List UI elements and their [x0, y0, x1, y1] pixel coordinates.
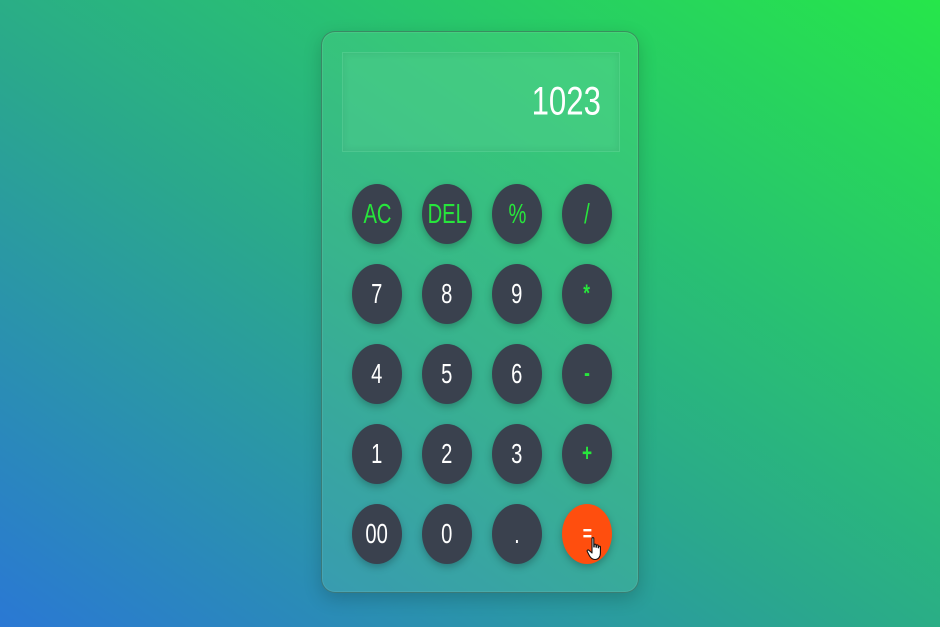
key-label: 3 — [511, 438, 523, 469]
delete-button[interactable]: DEL — [422, 184, 472, 244]
clear-button[interactable]: AC — [352, 184, 402, 244]
key-label: 6 — [511, 358, 523, 389]
key-label: AC — [362, 198, 392, 229]
key-label: . — [514, 518, 520, 549]
key-label: % — [508, 198, 526, 229]
digit-3-button[interactable]: 3 — [492, 424, 542, 484]
decimal-button[interactable]: . — [492, 504, 542, 564]
display-value: 1023 — [531, 79, 601, 124]
calculator: 1023 AC DEL % / 7 8 9 * 4 5 6 - 1 2 3 + … — [321, 31, 639, 593]
digit-6-button[interactable]: 6 — [492, 344, 542, 404]
divide-button[interactable]: / — [562, 184, 612, 244]
digit-4-button[interactable]: 4 — [352, 344, 402, 404]
add-button[interactable]: + — [562, 424, 612, 484]
key-label: - — [584, 360, 590, 387]
digit-9-button[interactable]: 9 — [492, 264, 542, 324]
key-label: 1 — [371, 438, 383, 469]
key-label: 0 — [441, 518, 453, 549]
digit-7-button[interactable]: 7 — [352, 264, 402, 324]
digit-5-button[interactable]: 5 — [422, 344, 472, 404]
key-label: 00 — [365, 518, 389, 549]
double-zero-button[interactable]: 00 — [352, 504, 402, 564]
percent-button[interactable]: % — [492, 184, 542, 244]
digit-8-button[interactable]: 8 — [422, 264, 472, 324]
equals-button[interactable]: = — [562, 504, 612, 564]
key-label: * — [583, 280, 591, 307]
key-label: 8 — [441, 278, 453, 309]
key-label: + — [581, 440, 593, 467]
key-label: / — [584, 198, 590, 229]
digit-2-button[interactable]: 2 — [422, 424, 472, 484]
key-label: 7 — [371, 278, 383, 309]
key-label: 2 — [441, 438, 453, 469]
key-label: 5 — [441, 358, 453, 389]
subtract-button[interactable]: - — [562, 344, 612, 404]
key-label: 4 — [371, 358, 383, 389]
digit-0-button[interactable]: 0 — [422, 504, 472, 564]
keypad: AC DEL % / 7 8 9 * 4 5 6 - 1 2 3 + 00 0 … — [352, 184, 612, 564]
display: 1023 — [342, 52, 620, 152]
key-label: = — [582, 521, 592, 546]
key-label: 9 — [511, 278, 523, 309]
key-label: DEL — [427, 198, 467, 229]
multiply-button[interactable]: * — [562, 264, 612, 324]
digit-1-button[interactable]: 1 — [352, 424, 402, 484]
